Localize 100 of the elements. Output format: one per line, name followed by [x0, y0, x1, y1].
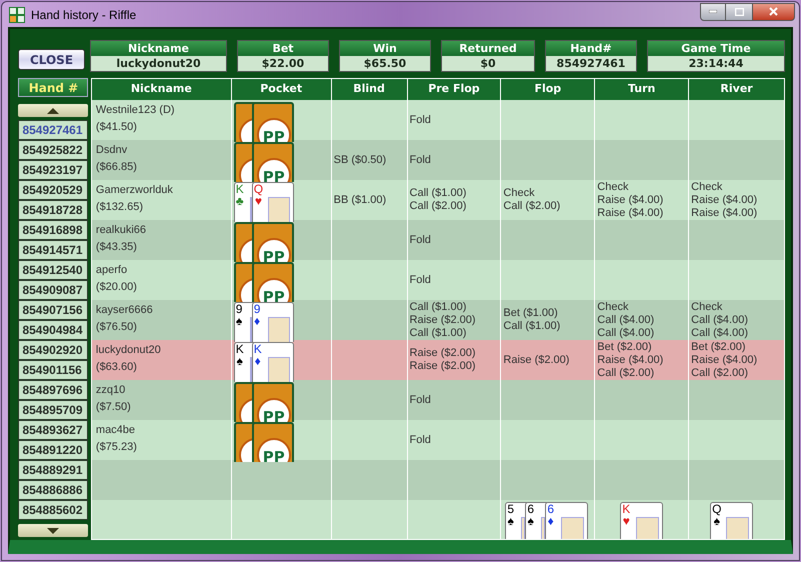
action-text: Call ($1.00): [410, 187, 468, 200]
summary-value: $65.50: [364, 56, 406, 71]
hand-list-item[interactable]: 854914571: [18, 240, 88, 260]
player-stack: ($20.00): [96, 281, 138, 294]
action-text: Bet ($2.00): [597, 340, 653, 354]
hand-number-header[interactable]: Hand #: [18, 78, 88, 97]
hand-list-item[interactable]: 854925822: [18, 140, 88, 160]
action-text: Raise ($4.00): [597, 194, 664, 206]
up-arrow-icon: [47, 108, 60, 114]
scroll-down-button[interactable]: [18, 524, 88, 537]
action-text: Raise ($2.00): [503, 354, 570, 366]
hand-list-item[interactable]: 854912540: [18, 260, 88, 280]
action-text: Raise ($4.00): [597, 206, 664, 220]
window-title: Hand history - Riffle: [31, 6, 136, 24]
minimize-button[interactable]: [700, 2, 726, 20]
summary-label: Returned: [442, 41, 534, 56]
maximize-button[interactable]: [726, 2, 752, 20]
hand-list-item[interactable]: 854902920: [18, 340, 88, 360]
card-rank: 5: [507, 503, 514, 515]
player-name: Dsdnv: [96, 144, 128, 157]
card-logo: PP: [262, 290, 285, 302]
player-stack: ($63.60): [96, 361, 138, 374]
card-logo: PP: [262, 170, 285, 182]
card-artwork: [250, 357, 252, 382]
card-rank: 6: [547, 503, 554, 515]
hand-list-item[interactable]: 854920529: [18, 180, 88, 200]
card-rank: K: [236, 343, 244, 355]
close-button[interactable]: CLOSE: [18, 49, 85, 70]
hand-list-item[interactable]: 854918728: [18, 200, 88, 220]
hand-list-item[interactable]: 854895709: [18, 400, 88, 420]
column-header: River: [719, 81, 754, 98]
action-text: Call ($4.00): [597, 314, 656, 326]
player-name: kayser6666: [96, 304, 154, 317]
action-text: Check: [503, 187, 536, 200]
action-text: Check: [691, 180, 724, 194]
action-text: Call ($4.00): [597, 326, 656, 340]
card-rank: K: [236, 183, 244, 195]
card-suit: ♠: [528, 515, 534, 527]
action-text: Call ($2.00): [691, 366, 749, 380]
hand-list-item[interactable]: 854893627: [18, 420, 88, 440]
card-suit: ♠: [714, 515, 720, 527]
card-rank: Q: [254, 183, 264, 195]
player-name: aperfo: [96, 264, 128, 277]
player-name: zzq10: [96, 384, 126, 397]
card-suit: ♠: [236, 355, 243, 367]
hand-list-item[interactable]: 854885602: [18, 500, 88, 520]
card-suit: ♣: [236, 195, 244, 207]
card-artwork: [268, 197, 290, 222]
card-artwork: [521, 517, 526, 539]
summary-label: Bet: [238, 41, 328, 56]
summary-value: luckydonut20: [116, 56, 201, 71]
hand-list-item[interactable]: 854901156: [18, 360, 88, 380]
summary-label: Game Time: [648, 41, 784, 56]
action-text: Bet ($1.00): [503, 307, 559, 320]
player-name: Gamerzworlduk: [96, 184, 174, 197]
player-stack: ($66.85): [96, 161, 138, 174]
summary-label: Win: [340, 41, 430, 56]
action-text: Call ($1.00): [410, 300, 468, 314]
hand-list-item[interactable]: 854909087: [18, 280, 88, 300]
action-text: Raise ($4.00): [691, 354, 758, 366]
hand-list-item[interactable]: 854891220: [18, 440, 88, 460]
summary-label: Nickname: [91, 41, 226, 56]
action-text: Raise ($4.00): [691, 194, 758, 206]
card-suit: ♦: [254, 355, 261, 367]
player-stack: ($41.50): [96, 121, 138, 134]
action-text: Fold: [410, 434, 432, 446]
hand-list-item[interactable]: 854923197: [18, 160, 88, 180]
action-text: Fold: [410, 274, 432, 286]
minimize-icon: [709, 10, 717, 13]
hand-list-item[interactable]: 854916898: [18, 220, 88, 240]
action-text: Raise ($4.00): [597, 354, 664, 366]
hand-list-item[interactable]: 854889291: [18, 460, 88, 480]
hand-list-item[interactable]: 854904984: [18, 320, 88, 340]
hand-list-item[interactable]: 854927461: [18, 120, 88, 140]
player-stack: ($75.23): [96, 441, 138, 454]
card-rank: Q: [712, 503, 722, 515]
summary-value: 854927461: [556, 56, 626, 71]
card-artwork: [636, 517, 660, 539]
card-artwork: [541, 517, 546, 539]
card-artwork: [726, 517, 750, 539]
close-window-button[interactable]: [752, 2, 795, 20]
summary-value: $22.00: [262, 56, 304, 71]
action-text: Raise ($2.00): [410, 347, 477, 360]
player-stack: ($7.50): [96, 401, 132, 414]
card-artwork: [268, 357, 290, 382]
card-logo: PP: [262, 130, 285, 142]
hand-list-item[interactable]: 854907156: [18, 300, 88, 320]
card-rank: 9: [254, 303, 260, 315]
card-artwork: [250, 317, 252, 342]
player-name: realkuki66: [96, 224, 148, 237]
card-rank: 9: [236, 303, 242, 315]
player-name: mac4be: [96, 424, 136, 437]
app-icon: [9, 6, 25, 22]
card-logo: PP: [262, 450, 285, 462]
hand-list-item[interactable]: 854897696: [18, 380, 88, 400]
card-suit: ♦: [548, 515, 554, 527]
scroll-up-button[interactable]: [18, 104, 88, 117]
summary-value: 23:14:44: [688, 56, 744, 71]
summary-label: Hand#: [546, 41, 636, 56]
hand-list-item[interactable]: 854886886: [18, 480, 88, 500]
